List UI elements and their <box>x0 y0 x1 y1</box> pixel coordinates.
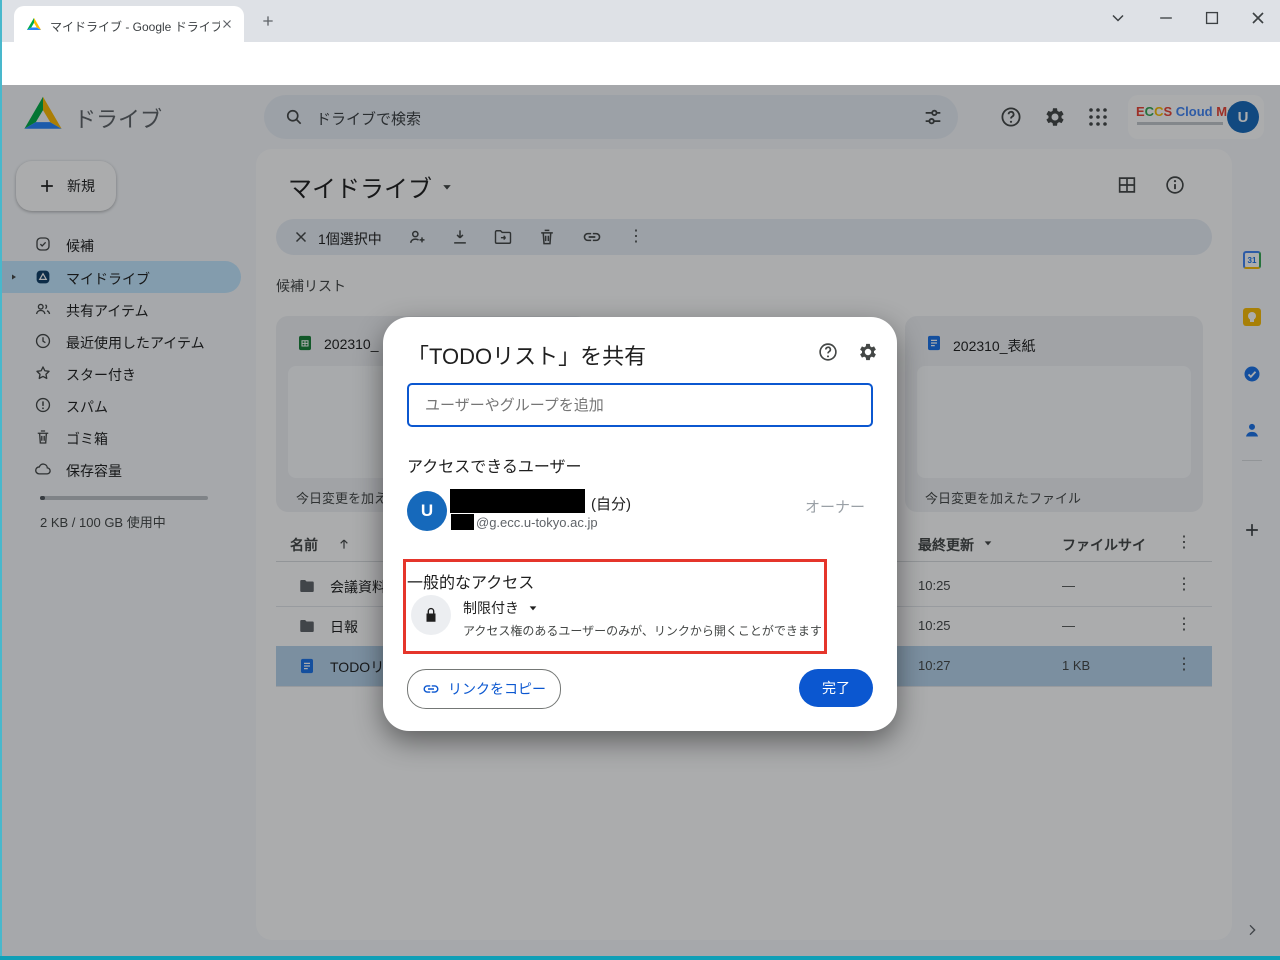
user-avatar-initial: U <box>421 501 433 521</box>
link-icon <box>422 680 440 698</box>
share-dialog: 「TODOリスト」を共有 アクセスできるユーザー U (自分) @g.ecc.u… <box>383 317 897 731</box>
copy-link-label: リンクをコピー <box>448 679 546 699</box>
people-with-access-heading: アクセスできるユーザー <box>407 453 582 477</box>
window-chevron-icon[interactable] <box>1108 8 1128 28</box>
tab-strip: マイドライブ - Google ドライブ <box>0 0 1280 42</box>
tab-title: マイドライブ - Google ドライブ <box>50 18 220 35</box>
redacted-user-name <box>450 489 585 513</box>
settings-gear-icon[interactable] <box>857 341 879 363</box>
self-label: (自分) <box>591 493 631 514</box>
new-tab-icon[interactable] <box>260 13 276 29</box>
access-description: アクセス権のあるユーザーのみが、リンクから開くことができます <box>463 622 822 639</box>
capture-border-left <box>0 0 2 960</box>
owner-role-label: オーナー <box>805 496 865 517</box>
user-email: @g.ecc.u-tokyo.ac.jp <box>476 515 598 530</box>
copy-link-button[interactable]: リンクをコピー <box>407 669 561 709</box>
tab-close-icon[interactable] <box>220 17 234 31</box>
redacted-email-prefix <box>451 514 474 530</box>
capture-border-bottom <box>0 956 1280 960</box>
browser-tab[interactable]: マイドライブ - Google ドライブ <box>14 6 244 42</box>
add-people-input[interactable] <box>407 383 873 427</box>
user-row[interactable]: U (自分) @g.ecc.u-tokyo.ac.jp オーナー <box>383 483 897 541</box>
browser-window: マイドライブ - Google ドライブ drive.google.com/dr… <box>0 0 1280 960</box>
window-close-icon[interactable] <box>1248 8 1268 28</box>
window-maximize-icon[interactable] <box>1202 8 1222 28</box>
restricted-lock-badge <box>411 595 451 635</box>
general-access-heading: 一般的なアクセス <box>407 569 534 593</box>
done-button[interactable]: 完了 <box>799 669 873 707</box>
done-label: 完了 <box>822 678 850 698</box>
drive-favicon-icon <box>26 16 42 32</box>
dropdown-caret-icon <box>525 600 541 616</box>
help-icon[interactable] <box>817 341 839 363</box>
lock-icon <box>422 606 440 624</box>
access-level-dropdown[interactable]: 制限付き <box>463 598 541 618</box>
window-minimize-icon[interactable] <box>1156 8 1176 28</box>
user-avatar: U <box>407 491 447 531</box>
dialog-title: 「TODOリスト」を共有 <box>407 339 646 371</box>
browser-toolbar: drive.google.com/drive/my-drive U ⋮ <box>0 42 1280 85</box>
access-level-value: 制限付き <box>463 598 519 618</box>
